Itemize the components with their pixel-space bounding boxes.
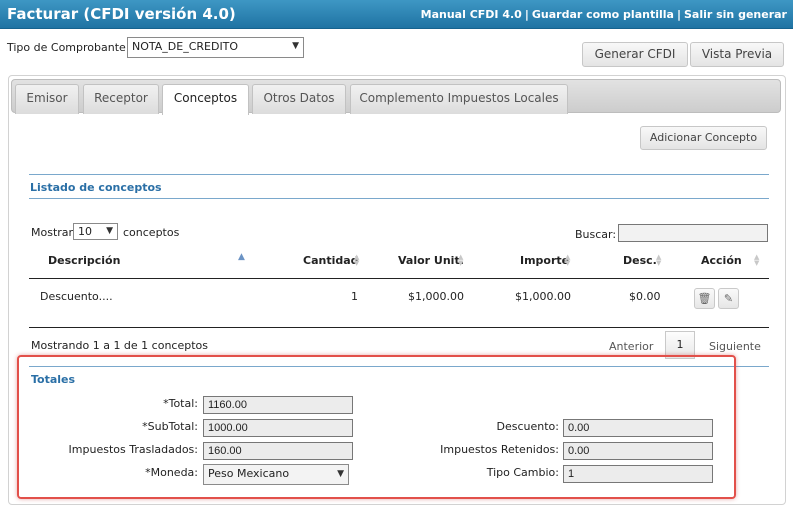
cell-cantidad: 1: [351, 290, 358, 303]
link-separator: |: [524, 8, 529, 21]
mostrar-label: Mostrar: [31, 226, 74, 239]
sort-icon[interactable]: ▲ ▼: [354, 254, 359, 267]
pencil-icon: ✎: [723, 292, 734, 305]
tipo-comprobante-value: NOTA_DE_CREDITO: [132, 40, 239, 53]
tab-otros-datos[interactable]: Otros Datos: [252, 84, 346, 114]
delete-button[interactable]: 🗑: [694, 288, 715, 309]
listado-title: Listado de conceptos: [30, 181, 162, 194]
table-info: Mostrando 1 a 1 de 1 conceptos: [31, 339, 208, 352]
previous-page-button[interactable]: Anterior: [609, 340, 653, 353]
sort-icon[interactable]: ▲ ▼: [565, 254, 570, 267]
table-bottom-border: [29, 327, 769, 328]
tab-impuestos-locales[interactable]: Complemento Impuestos Locales: [350, 84, 568, 114]
page-title: Facturar (CFDI versión 4.0): [7, 5, 236, 23]
tab-emisor[interactable]: Emisor: [15, 84, 79, 114]
save-template-link[interactable]: Guardar como plantilla: [532, 8, 674, 21]
search-input[interactable]: [618, 224, 768, 242]
cell-desc: $0.00: [629, 290, 661, 303]
tab-conceptos[interactable]: Conceptos: [162, 84, 249, 115]
buscar-label: Buscar:: [575, 228, 617, 241]
edit-button[interactable]: ✎: [718, 288, 739, 309]
sort-asc-icon[interactable]: ▲: [238, 252, 245, 262]
column-header-desc[interactable]: Desc.: [623, 254, 657, 267]
tab-receptor[interactable]: Receptor: [83, 84, 159, 114]
tipo-comprobante-label: Tipo de Comprobante:: [7, 41, 130, 54]
cell-importe: $1,000.00: [515, 290, 571, 303]
cell-valor-unit: $1,000.00: [408, 290, 464, 303]
next-page-button[interactable]: Siguiente: [709, 340, 761, 353]
totales-highlight-box: [17, 355, 736, 499]
exit-link[interactable]: Salir sin generar: [684, 8, 787, 21]
mostrar-suffix: conceptos: [123, 226, 180, 239]
chevron-down-icon: ▼: [106, 226, 113, 236]
column-header-cantidad[interactable]: Cantidad: [303, 254, 359, 267]
link-separator: |: [676, 8, 681, 21]
column-header-valor-unit[interactable]: Valor Unit.: [398, 254, 464, 267]
adicionar-concepto-button[interactable]: Adicionar Concepto: [640, 126, 767, 150]
section-divider: [29, 198, 769, 199]
tipo-comprobante-select[interactable]: NOTA_DE_CREDITO ▼: [127, 37, 304, 58]
section-divider: [29, 174, 769, 175]
page-size-select[interactable]: 10 ▼: [73, 223, 118, 240]
chevron-down-icon: ▼: [292, 41, 299, 51]
column-header-importe[interactable]: Importe: [520, 254, 569, 267]
title-bar: Facturar (CFDI versión 4.0) Manual CFDI …: [0, 0, 793, 29]
sort-icon[interactable]: ▲ ▼: [458, 254, 463, 267]
table-header-border: [29, 278, 769, 279]
page-size-value: 10: [78, 225, 92, 238]
column-header-accion: Acción: [701, 254, 742, 267]
generar-cfdi-button[interactable]: Generar CFDI: [582, 42, 688, 67]
manual-link[interactable]: Manual CFDI 4.0: [421, 8, 522, 21]
sort-icon[interactable]: ▲ ▼: [656, 254, 661, 267]
trash-icon: 🗑: [697, 292, 712, 305]
vista-previa-button[interactable]: Vista Previa: [690, 42, 784, 67]
column-header-descripcion[interactable]: Descripción: [48, 254, 120, 267]
header-links: Manual CFDI 4.0 | Guardar como plantilla | S…: [421, 8, 787, 21]
cell-descripcion: Descuento....: [40, 290, 113, 303]
sort-icon[interactable]: ▲ ▼: [754, 254, 759, 267]
